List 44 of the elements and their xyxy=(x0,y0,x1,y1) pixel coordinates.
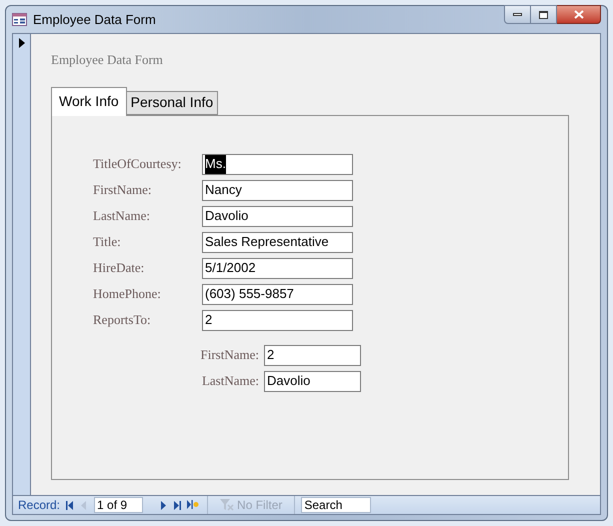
close-button[interactable] xyxy=(557,5,601,24)
record-label: Record: xyxy=(18,497,60,514)
form-heading: Employee Data Form xyxy=(51,51,163,69)
field-value: Ms. xyxy=(205,154,226,174)
text-field[interactable]: Davolio xyxy=(264,370,361,392)
field-value: 5/1/2002 xyxy=(205,259,256,278)
text-field[interactable]: 5/1/2002 xyxy=(202,258,353,278)
funnel-icon xyxy=(220,499,234,511)
field-label: HireDate: xyxy=(93,259,146,278)
field-label: LastName: xyxy=(93,207,152,226)
text-field[interactable]: 2 xyxy=(202,310,353,330)
tab[interactable]: Personal Info xyxy=(126,90,218,114)
text-field[interactable]: Nancy xyxy=(202,180,353,200)
tab[interactable]: Work Info xyxy=(51,86,127,116)
field-label: Title: xyxy=(93,233,122,252)
field-value: 2 xyxy=(205,311,212,330)
maximize-button[interactable] xyxy=(531,5,557,24)
next-record-icon[interactable] xyxy=(159,500,168,510)
field-value: Davolio xyxy=(205,207,248,226)
field-label: LastName: xyxy=(200,372,259,390)
field-value: Sales Representative xyxy=(205,233,329,252)
text-field[interactable]: Ms. xyxy=(202,154,353,174)
field-value: Nancy xyxy=(205,181,242,200)
field-label: HomePhone: xyxy=(93,285,162,304)
new-record-icon[interactable] xyxy=(187,500,200,510)
field-value: (603) 555-9857 xyxy=(205,285,294,304)
text-field[interactable]: (603) 555-9857 xyxy=(202,284,353,304)
form-icon xyxy=(12,13,27,26)
text-field[interactable]: Davolio xyxy=(202,206,353,226)
first-record-icon[interactable] xyxy=(66,500,74,510)
field-label: ReportsTo: xyxy=(93,311,152,330)
field-label: FirstName: xyxy=(200,346,259,364)
minimize-button[interactable] xyxy=(504,5,531,24)
field-label: FirstName: xyxy=(93,181,152,200)
current-record-icon xyxy=(18,38,24,48)
record-position-field[interactable]: 1 of 9 xyxy=(94,497,144,513)
last-record-icon[interactable] xyxy=(173,500,182,510)
text-field[interactable]: 2 xyxy=(264,344,361,366)
search-field[interactable]: Search xyxy=(301,497,372,513)
field-label: TitleOfCourtesy: xyxy=(93,155,182,174)
window-title: Employee Data Form xyxy=(33,10,156,29)
text-field[interactable]: Sales Representative xyxy=(202,232,353,252)
record-selector[interactable] xyxy=(13,34,31,495)
close-icon xyxy=(574,10,584,19)
